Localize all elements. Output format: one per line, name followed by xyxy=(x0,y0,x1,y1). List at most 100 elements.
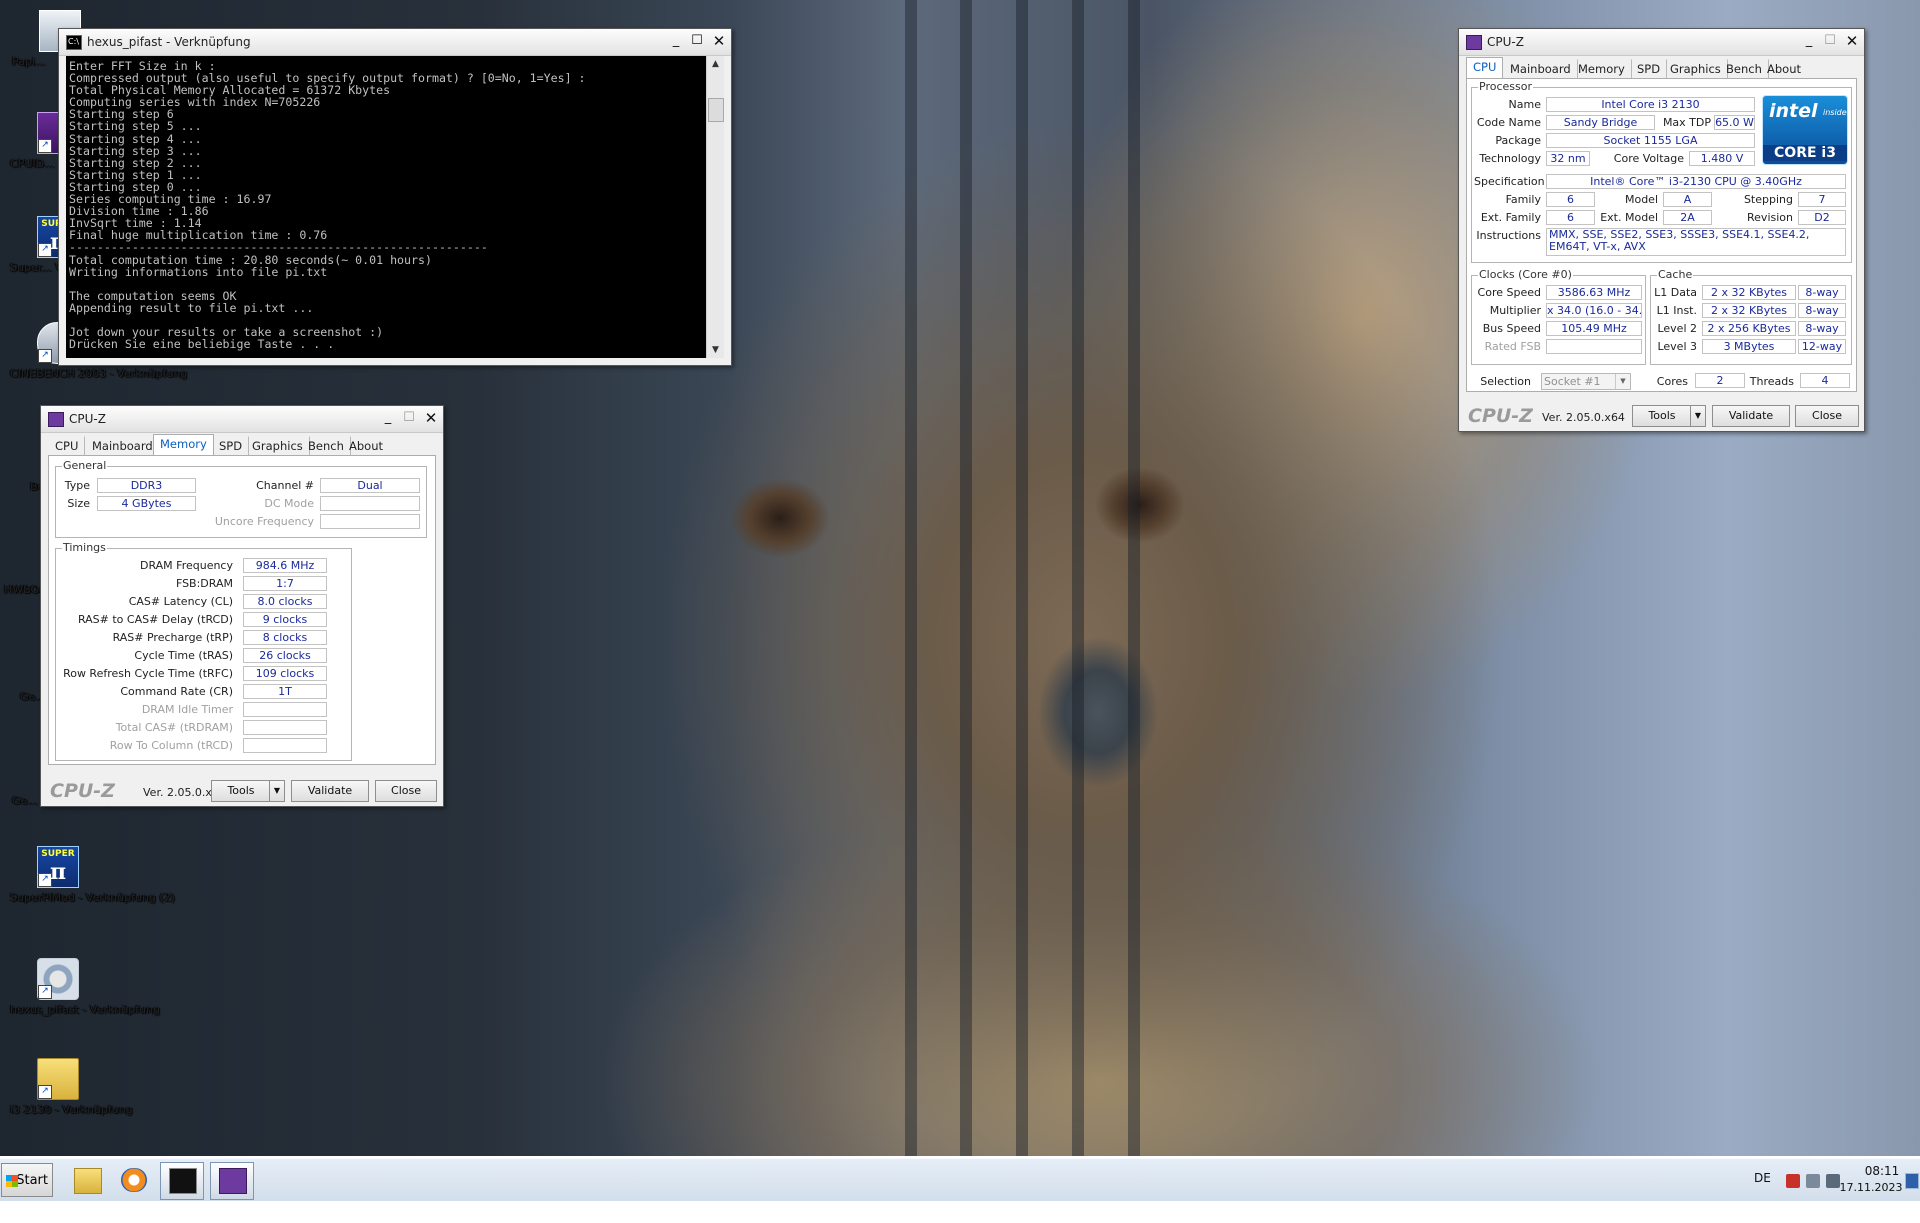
taskbar-console[interactable] xyxy=(160,1162,204,1200)
close-app-button[interactable]: Close xyxy=(1795,405,1859,427)
core-voltage-value: 1.480 V xyxy=(1689,151,1755,166)
intel-brand: intel xyxy=(1769,100,1818,122)
taskbar: Start DE 08:11 17.11.2023 xyxy=(0,1158,1920,1201)
socket-select[interactable]: Socket #1 ▼ xyxy=(1541,373,1631,390)
console-scrollbar[interactable]: ▲ ▼ xyxy=(706,56,724,358)
specification-value: Intel® Core™ i3-2130 CPU @ 3.40GHz xyxy=(1546,174,1846,189)
scroll-thumb[interactable] xyxy=(708,98,724,122)
cas-latency-label: CAS# Latency (CL) xyxy=(128,595,233,608)
trcd-value: 9 clocks xyxy=(243,612,327,627)
taskbar-cpuz[interactable] xyxy=(210,1162,254,1200)
cpuz-cpu-tabs: CPU Mainboard Memory SPD Graphics Bench … xyxy=(1466,57,1857,80)
taskbar-explorer[interactable] xyxy=(65,1162,109,1200)
l1-inst-label: L1 Inst. xyxy=(1656,304,1697,317)
console-line: Starting step 5 ... xyxy=(69,119,202,134)
tab-spd[interactable]: SPD xyxy=(212,436,250,456)
maximize-button[interactable]: ☐ xyxy=(688,33,706,50)
tab-memory[interactable]: Memory xyxy=(153,434,214,457)
chevron-down-icon[interactable]: ▼ xyxy=(1690,406,1705,426)
tab-about[interactable]: About xyxy=(1760,59,1808,79)
close-button[interactable]: ✕ xyxy=(1843,33,1861,50)
timings-group: Timings DRAM Frequency 984.6 MHz FSB:DRA… xyxy=(55,541,352,761)
language-indicator[interactable]: DE xyxy=(1754,1171,1771,1213)
specification-label: Specification xyxy=(1474,175,1545,188)
cpuz-cpu-titlebar[interactable]: CPU-Z _ ☐ ✕ xyxy=(1459,29,1864,56)
console-window[interactable]: C:\ hexus_pifast - Verknüpfung _ ☐ ✕ Ent… xyxy=(58,28,732,366)
minimize-button[interactable]: _ xyxy=(1800,33,1818,50)
cpuz-memory-titlebar[interactable]: CPU-Z _ ☐ ✕ xyxy=(41,406,443,433)
tools-button[interactable]: Tools ▼ xyxy=(1632,405,1706,427)
cpuz-memory-window[interactable]: CPU-Z _ ☐ ✕ CPU Mainboard Memory SPD Gra… xyxy=(40,405,444,807)
dc-mode-value xyxy=(320,496,420,511)
console-titlebar[interactable]: C:\ hexus_pifast - Verknüpfung _ ☐ ✕ xyxy=(59,29,731,56)
scroll-up-icon[interactable]: ▲ xyxy=(707,56,724,72)
channel-label: Channel # xyxy=(256,479,314,492)
tab-spd[interactable]: SPD xyxy=(1630,59,1668,79)
tab-cpu[interactable]: CPU xyxy=(1466,57,1504,80)
cpuz-app-icon xyxy=(219,1168,247,1194)
trcd-label: RAS# to CAS# Delay (tRCD) xyxy=(77,613,233,626)
clock-date[interactable]: 17.11.2023 xyxy=(1836,1181,1906,1223)
selection-label: Selection xyxy=(1480,375,1531,388)
minimize-button[interactable]: _ xyxy=(379,410,397,427)
l1-data-way: 8-way xyxy=(1798,285,1846,300)
trfc-value: 109 clocks xyxy=(243,666,327,681)
start-button[interactable]: Start xyxy=(1,1163,53,1197)
close-app-button[interactable]: Close xyxy=(375,780,437,802)
maximize-button[interactable]: ☐ xyxy=(400,410,418,427)
row-to-column-label: Row To Column (tRCD) xyxy=(109,739,233,752)
tab-mainboard[interactable]: Mainboard xyxy=(85,436,160,456)
network-icon[interactable] xyxy=(1786,1174,1800,1188)
maximize-button[interactable]: ☐ xyxy=(1821,33,1839,50)
fsb-dram-value: 1:7 xyxy=(243,576,327,591)
desktop-icon-hexus-pifast[interactable]: ↗ hexus_pifast - Verknüpfung xyxy=(10,958,160,1016)
validate-button[interactable]: Validate xyxy=(291,780,369,802)
codename-value: Sandy Bridge xyxy=(1546,115,1655,130)
media-player-icon xyxy=(121,1168,147,1192)
desktop-icon-label: i3 2130 - Verknüpfung xyxy=(10,1103,133,1116)
tab-mainboard[interactable]: Mainboard xyxy=(1503,59,1578,79)
l1-data-label: L1 Data xyxy=(1654,286,1697,299)
desktop-icon-superpimod[interactable]: ↗ SuperPiMod - Verknüpfung (2) xyxy=(10,846,175,904)
scroll-down-icon[interactable]: ▼ xyxy=(707,342,724,358)
general-group: General Type DDR3 Size 4 GBytes Channel … xyxy=(55,459,427,538)
desktop-icon-i3-folder[interactable]: ↗ i3 2130 - Verknüpfung xyxy=(10,1058,133,1116)
tab-memory[interactable]: Memory xyxy=(1571,59,1632,79)
trfc-label: Row Refresh Cycle Time (tRFC) xyxy=(63,667,233,680)
console-line: Writing informations into file pi.txt xyxy=(69,264,328,279)
stepping-value: 7 xyxy=(1798,192,1846,207)
model-label: Model xyxy=(1624,193,1658,206)
chevron-down-icon[interactable]: ▼ xyxy=(1615,374,1630,389)
intel-core-label: CORE i3 xyxy=(1763,145,1847,161)
action-center-icon[interactable] xyxy=(1806,1174,1820,1188)
cpuz-cpu-window[interactable]: CPU-Z _ ☐ ✕ CPU Mainboard Memory SPD Gra… xyxy=(1458,28,1865,432)
tools-button[interactable]: Tools ▼ xyxy=(211,780,285,802)
minimize-button[interactable]: _ xyxy=(667,33,685,50)
close-button[interactable]: ✕ xyxy=(710,33,728,50)
codename-label: Code Name xyxy=(1476,116,1541,129)
folder-icon: ↗ xyxy=(37,1058,79,1100)
console-output[interactable]: Enter FFT Size in k : Compressed output (… xyxy=(66,56,706,358)
threads-value: 4 xyxy=(1800,373,1850,388)
max-tdp-label: Max TDP xyxy=(1662,116,1711,129)
validate-button[interactable]: Validate xyxy=(1712,405,1790,427)
console-line: Starting step 4 ... xyxy=(69,131,202,146)
desktop-icon-label: hexus_pifast - Verknüpfung xyxy=(10,1003,160,1016)
chevron-down-icon[interactable]: ▼ xyxy=(269,781,284,801)
show-desktop-button[interactable] xyxy=(1905,1173,1919,1189)
desktop-icon-label: CPUID... xyxy=(10,157,55,170)
type-label: Type xyxy=(64,479,90,492)
ext-family-value: 6 xyxy=(1546,210,1595,225)
name-value: Intel Core i3 2130 xyxy=(1546,97,1755,112)
row-to-column-value xyxy=(243,738,327,753)
socket-select-value: Socket #1 xyxy=(1544,375,1601,388)
bus-speed-value: 105.49 MHz xyxy=(1546,321,1642,336)
size-label: Size xyxy=(67,497,90,510)
revision-label: Revision xyxy=(1747,211,1793,224)
taskbar-media-player[interactable] xyxy=(112,1162,156,1200)
tab-about[interactable]: About xyxy=(342,436,390,456)
intel-core-i3-logo: intel inside CORE i3 xyxy=(1762,95,1848,165)
tab-cpu[interactable]: CPU xyxy=(48,436,86,456)
close-button[interactable]: ✕ xyxy=(422,410,440,427)
desktop-icon-label: Papi... xyxy=(12,55,46,68)
